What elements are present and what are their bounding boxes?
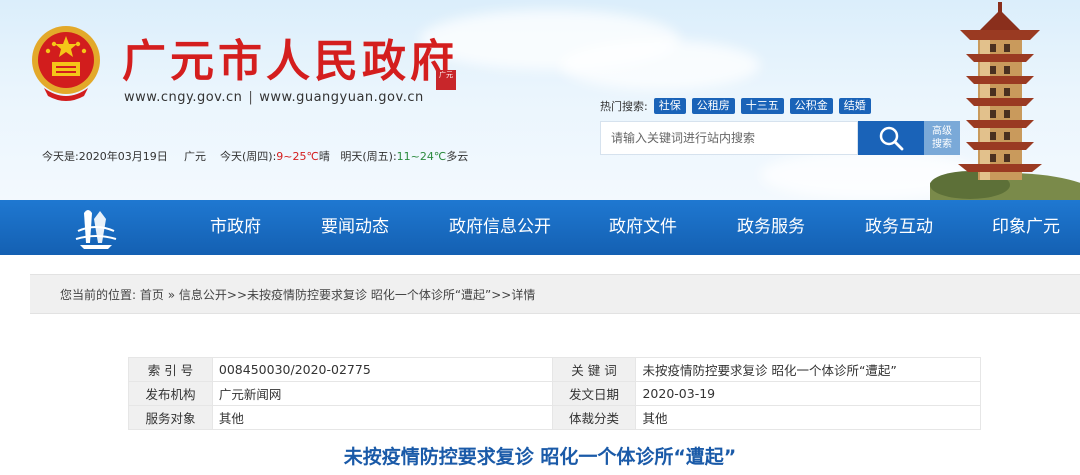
nav-item-interaction[interactable]: 政务互动 <box>865 200 933 255</box>
hot-tag[interactable]: 结婚 <box>838 98 871 114</box>
meta-value-date: 2020-03-19 <box>635 381 981 406</box>
nav-item-impression[interactable]: 印象广元 <box>992 200 1060 255</box>
meta-label: 关 键 词 <box>551 357 637 382</box>
today-date: 今天是:2020年03月19日 <box>42 150 168 163</box>
weather-forecast: 广元 今天(周四):9~25℃晴 明天(周五):11~24℃多云 <box>184 148 468 164</box>
search-input[interactable]: 请输入关键词进行站内搜索 <box>600 121 858 155</box>
nav-item-documents[interactable]: 政府文件 <box>609 200 677 255</box>
seal-stamp: 广元 <box>436 70 456 90</box>
breadcrumb-separator: >> <box>491 288 512 302</box>
weather-tomorrow-temp: 11~24℃ <box>396 150 447 163</box>
search-icon <box>879 126 904 151</box>
hot-tag[interactable]: 公积金 <box>789 98 833 114</box>
hot-search-label: 热门搜索: <box>600 100 648 113</box>
seal-text: 广元 <box>439 71 453 79</box>
weather-city: 广元 <box>184 150 206 163</box>
meta-value-keywords: 未按疫情防控要求复诊 昭化一个体诊所“遭起” <box>635 357 981 382</box>
main-nav: 市政府 要闻动态 政府信息公开 政府文件 政务服务 政务互动 印象广元 <box>0 200 1080 255</box>
nav-item-city-government[interactable]: 市政府 <box>210 200 261 255</box>
nav-item-news[interactable]: 要闻动态 <box>321 200 389 255</box>
url-primary[interactable]: www.cngy.gov.cn <box>124 90 242 105</box>
weather-today-temp: 9~25℃ <box>276 150 319 163</box>
weather-tomorrow-label: 明天(周五): <box>340 150 397 163</box>
article-meta-table: 索 引 号 008450030/2020-02775 关 键 词 未按疫情防控要… <box>128 357 981 430</box>
site-header: 广元市人民政府 广元 www.cngy.gov.cn | www.guangyuan… <box>0 0 1080 200</box>
table-row: 索 引 号 008450030/2020-02775 关 键 词 未按疫情防控要… <box>128 357 981 382</box>
weather-today-label: 今天(周四): <box>220 150 277 163</box>
site-urls: www.cngy.gov.cn | www.guangyuan.gov.cn <box>124 90 424 105</box>
article-title: 未按疫情防控要求复诊 昭化一个体诊所“遭起” <box>343 446 737 468</box>
tower-landmark-icon <box>930 2 1080 200</box>
cloud-decoration <box>560 40 760 90</box>
meta-value-genre: 其他 <box>635 405 981 430</box>
hot-tag[interactable]: 公租房 <box>691 98 735 114</box>
nav-item-services[interactable]: 政务服务 <box>737 200 805 255</box>
meta-value-publisher: 广元新闻网 <box>211 381 553 406</box>
meta-value-index-no: 008450030/2020-02775 <box>211 357 553 382</box>
breadcrumb-bar: 您当前的位置: 首页 » 信息公开>>未按疫情防控要求复诊 昭化一个体诊所“遭起… <box>30 274 1080 314</box>
hot-tag[interactable]: 十三五 <box>740 98 784 114</box>
national-emblem-icon <box>32 26 100 101</box>
table-row: 发布机构 广元新闻网 发文日期 2020-03-19 <box>128 381 981 406</box>
table-row: 服务对象 其他 体裁分类 其他 <box>128 405 981 430</box>
weather-today-cond: 晴 <box>318 150 330 163</box>
meta-label: 发文日期 <box>551 381 637 406</box>
breadcrumb-article[interactable]: 未按疫情防控要求复诊 昭化一个体诊所“遭起” <box>247 288 491 302</box>
breadcrumb: 您当前的位置: 首页 » 信息公开>>未按疫情防控要求复诊 昭化一个体诊所“遭起… <box>60 275 535 315</box>
search-button[interactable] <box>858 121 924 155</box>
nav-item-info-disclosure[interactable]: 政府信息公开 <box>449 200 551 255</box>
breadcrumb-section[interactable]: 信息公开 <box>179 288 227 302</box>
hot-tag[interactable]: 社保 <box>653 98 686 114</box>
hot-search: 热门搜索: 社保 公租房 十三五 公积金 结婚 <box>600 98 871 114</box>
site-title[interactable]: 广元市人民政府 <box>122 34 458 90</box>
breadcrumb-current: 详情 <box>511 288 536 302</box>
city-logo-icon[interactable] <box>72 205 120 251</box>
meta-label: 索 引 号 <box>128 357 213 382</box>
meta-label: 发布机构 <box>128 381 213 406</box>
breadcrumb-home[interactable]: 首页 <box>140 288 164 302</box>
breadcrumb-prefix: 您当前的位置: <box>60 288 137 302</box>
breadcrumb-separator: » <box>163 288 179 302</box>
url-separator: | <box>248 90 254 105</box>
breadcrumb-separator: >> <box>226 288 247 302</box>
url-secondary[interactable]: www.guangyuan.gov.cn <box>259 90 423 105</box>
weather-tomorrow-cond: 多云 <box>446 150 469 163</box>
meta-label: 体裁分类 <box>551 405 637 430</box>
meta-value-audience: 其他 <box>211 405 553 430</box>
meta-label: 服务对象 <box>128 405 213 430</box>
